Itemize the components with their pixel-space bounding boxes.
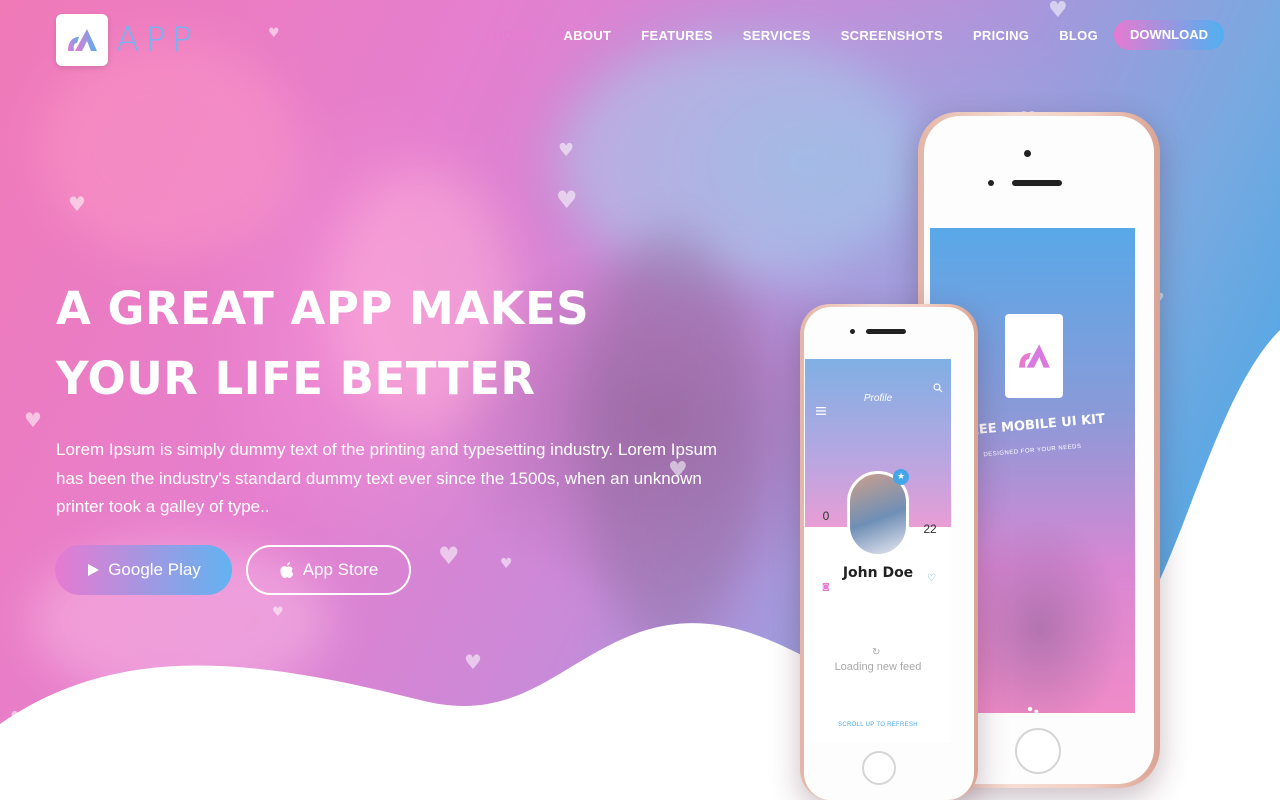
phone-small-face: Profile 0 22 ★ John Doe ♡ ◙ ↻ Loading ne…: [804, 307, 974, 800]
scroll-refresh-text: SCROLL UP TO REFRESH: [838, 722, 918, 728]
headline-line-2: YOUR LIFE BETTER: [56, 352, 536, 405]
profile-screen-title: Profile: [863, 393, 893, 404]
app-logo-icon: [1005, 314, 1063, 398]
phone-small: Profile 0 22 ★ John Doe ♡ ◙ ↻ Loading ne…: [800, 304, 978, 800]
play-icon: [88, 564, 100, 576]
hero-headline: A GREAT APP MAKES YOUR LIFE BETTER: [56, 274, 696, 414]
spinner-icon: [1027, 706, 1039, 713]
nav-services[interactable]: SERVICES: [743, 28, 811, 43]
stat-left-value: 0: [822, 509, 830, 523]
phone-small-sensor: [850, 329, 855, 334]
nav-features[interactable]: FEATURES: [641, 28, 713, 43]
phone-large-speaker: [1012, 180, 1062, 186]
stat-left: 0: [815, 509, 837, 523]
heart-icon: ♡: [927, 573, 936, 584]
stat-right-value: 22: [923, 522, 937, 536]
search-icon: [933, 383, 943, 393]
google-play-label: Google Play: [108, 560, 201, 579]
apple-icon: [280, 562, 293, 578]
google-play-button[interactable]: Google Play: [55, 545, 232, 595]
nav-pricing[interactable]: PRICING: [973, 28, 1029, 43]
nav-home[interactable]: HOME: [493, 28, 533, 43]
stat-right: 22: [919, 522, 941, 536]
nav-blog[interactable]: BLOG: [1059, 28, 1098, 43]
app-logo-icon: [56, 14, 108, 66]
main-nav: HOME ABOUT FEATURES SERVICES SCREENSHOTS…: [463, 20, 1224, 50]
phone-large-camera: [1024, 150, 1031, 157]
phone-large-sensor: [988, 180, 994, 186]
camera-icon: ◙: [822, 582, 830, 591]
feed-loading-text: Loading new feed: [834, 661, 922, 673]
app-store-button[interactable]: App Store: [246, 545, 411, 595]
phone-small-speaker: [866, 329, 906, 334]
star-badge-icon: ★: [893, 469, 909, 485]
brand-name: APP: [116, 20, 199, 60]
phone-small-home-button: [862, 751, 896, 785]
phone-small-screen: Profile 0 22 ★ John Doe ♡ ◙ ↻ Loading ne…: [805, 359, 951, 743]
download-button[interactable]: DOWNLOAD: [1114, 20, 1224, 50]
nav-screenshots[interactable]: SCREENSHOTS: [841, 28, 943, 43]
nav-about[interactable]: ABOUT: [564, 28, 612, 43]
headline-line-1: A GREAT APP MAKES: [56, 282, 590, 335]
brand-logo[interactable]: APP: [56, 14, 198, 66]
refresh-icon: ↻: [872, 647, 881, 658]
hero-description: Lorem Ipsum is simply dummy text of the …: [56, 440, 718, 516]
menu-icon: [816, 407, 826, 415]
app-store-label: App Store: [302, 560, 379, 579]
phone-large-home-button: [1015, 728, 1061, 774]
